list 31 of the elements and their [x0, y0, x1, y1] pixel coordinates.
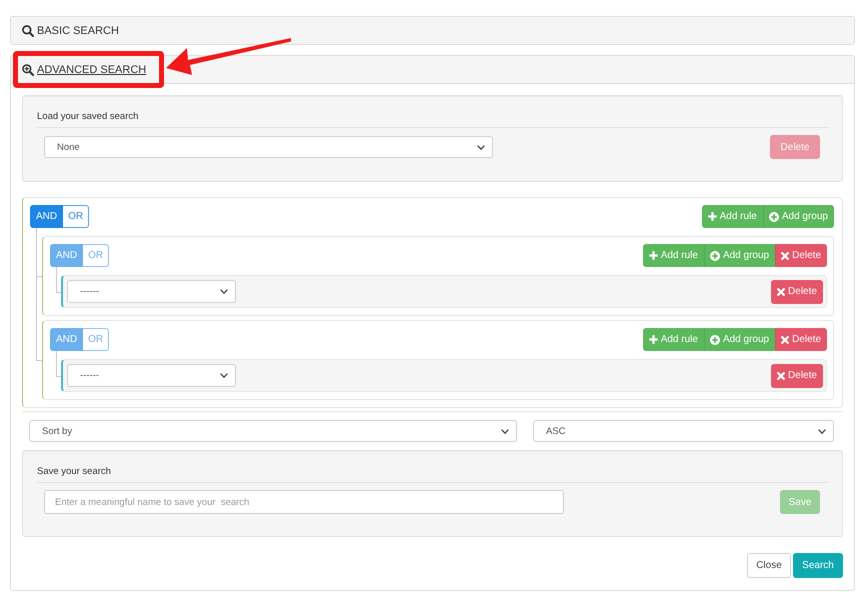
add-group-button[interactable]: Add group — [762, 205, 834, 228]
advanced-search-link[interactable]: ADVANCED SEARCH — [22, 64, 146, 76]
save-search-label: Save your search — [37, 466, 111, 477]
saved-search-select[interactable]: None — [44, 136, 493, 158]
saved-search-label: Load your saved search — [37, 111, 138, 122]
zoom-in-icon — [22, 64, 34, 76]
close-icon — [781, 252, 790, 260]
basic-search-link[interactable]: BASIC SEARCH — [22, 24, 119, 36]
search-icon — [22, 24, 34, 36]
plus-icon — [648, 251, 658, 260]
condition-button[interactable]: OR — [63, 205, 90, 228]
chevron-down-icon — [501, 428, 509, 434]
plus-circle-icon — [768, 212, 779, 222]
chevron-down-icon — [477, 144, 485, 150]
close-icon — [781, 336, 790, 344]
plus-circle-icon — [710, 250, 720, 260]
close-button[interactable]: Close — [747, 553, 791, 578]
sort-by-select[interactable]: Sort by — [29, 420, 517, 442]
chevron-down-icon — [220, 373, 228, 378]
condition-button[interactable]: AND — [30, 205, 64, 228]
search-button[interactable]: Search — [793, 553, 843, 578]
chevron-down-icon — [220, 289, 228, 294]
chevron-down-icon — [818, 428, 826, 434]
close-icon — [777, 288, 786, 296]
plus-circle-icon — [710, 334, 720, 344]
sort-order-select[interactable]: ASC — [533, 420, 834, 442]
plus-icon — [648, 335, 658, 344]
close-icon — [777, 372, 786, 380]
plus-icon — [708, 212, 717, 221]
add-rule-button[interactable]: Add rule — [702, 205, 763, 228]
search-name-field[interactable]: Enter a meaningful name to save your search — [44, 490, 564, 514]
